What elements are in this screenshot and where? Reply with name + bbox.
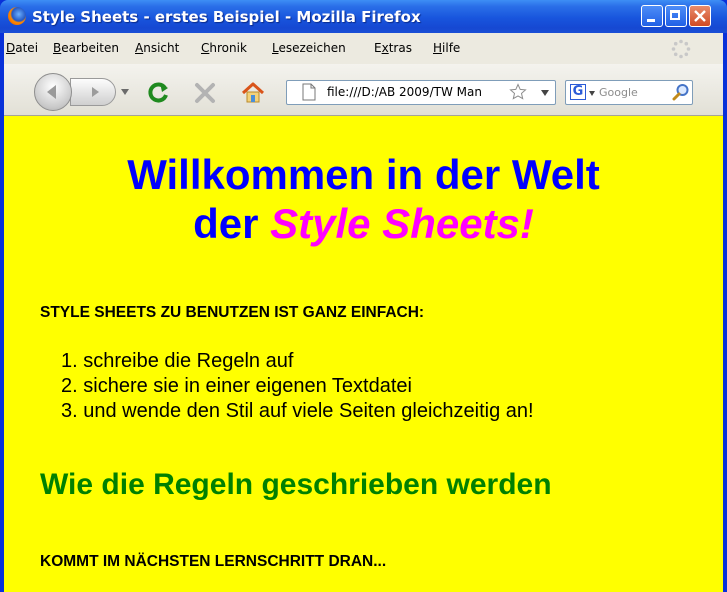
close-icon [694,10,706,22]
search-bar[interactable]: G Google [565,80,693,105]
list-item-number: 1. [61,350,78,372]
page-content: Willkommen in der Welt der Style Sheets!… [4,116,723,592]
search-input[interactable]: Google [599,86,638,99]
home-icon[interactable] [240,80,266,106]
main-heading-emphasis: Style Sheets! [270,200,534,247]
menu-datei[interactable]: Datei [6,41,38,55]
throbber-icon [671,39,691,59]
list-item-text: schreibe die Regeln auf [83,350,294,372]
minimize-button[interactable] [641,5,663,27]
list-item-text: sichere sie in einer eigenen Textdatei [83,375,412,397]
menu-bar: Datei Bearbeiten Ansicht Chronik Lesezei… [4,33,723,64]
list-item-text: und wende den Stil auf viele Seiten glei… [83,400,534,422]
window-title: Style Sheets - erstes Beispiel - Mozilla… [32,8,421,26]
menu-ansicht[interactable]: Ansicht [135,41,179,55]
browser-window: Style Sheets - erstes Beispiel - Mozilla… [0,0,727,592]
outro-text: KOMMT IM NÄCHSTEN LERNSCHRITT DRAN... [40,553,387,570]
maximize-button[interactable] [665,5,687,27]
address-bar[interactable]: file:///D:/AB 2009/TW Man [286,80,556,105]
history-dropdown-icon[interactable] [120,88,130,96]
menu-bearbeiten[interactable]: Bearbeiten [53,41,119,55]
list-item-number: 2. [61,375,78,397]
star-icon[interactable] [509,83,527,101]
list-item: 2. sichere sie in einer eigenen Textdate… [61,375,412,398]
forward-button[interactable] [70,78,116,106]
list-item: 3. und wende den Stil auf viele Seiten g… [61,400,534,423]
reload-icon[interactable] [146,80,172,106]
stop-icon[interactable] [194,82,216,104]
menu-chronik[interactable]: Chronik [201,41,247,55]
url-dropdown-icon[interactable] [541,90,549,96]
window-frame-right[interactable] [723,33,727,592]
menu-lesezeichen[interactable]: Lesezeichen [272,41,346,55]
title-bar[interactable]: Style Sheets - erstes Beispiel - Mozilla… [0,0,727,33]
list-item-number: 3. [61,400,78,422]
magnifier-icon[interactable] [672,83,690,101]
subheading: Wie die Regeln geschrieben werden [40,468,552,501]
firefox-logo-icon [8,7,26,25]
main-heading-line2: der Style Sheets! [4,199,723,248]
intro-text: STYLE SHEETS ZU BENUTZEN IST GANZ EINFAC… [40,304,425,321]
main-heading-line1: Willkommen in der Welt [127,151,600,198]
forward-arrow-icon [92,87,99,97]
main-heading: Willkommen in der Welt der Style Sheets! [4,150,723,248]
search-engine-dropdown-icon[interactable] [589,91,595,96]
page-icon [302,83,316,101]
window-frame-left[interactable] [0,33,4,592]
google-engine-icon[interactable]: G [570,84,586,100]
close-button[interactable] [689,5,711,27]
list-item: 1. schreibe die Regeln auf [61,350,293,373]
menu-extras[interactable]: Extras [374,41,412,55]
back-button[interactable] [34,73,72,111]
main-heading-prefix: der [193,200,271,247]
menu-hilfe[interactable]: Hilfe [433,41,460,55]
back-arrow-icon [47,85,56,99]
url-text[interactable]: file:///D:/AB 2009/TW Man [327,85,505,99]
